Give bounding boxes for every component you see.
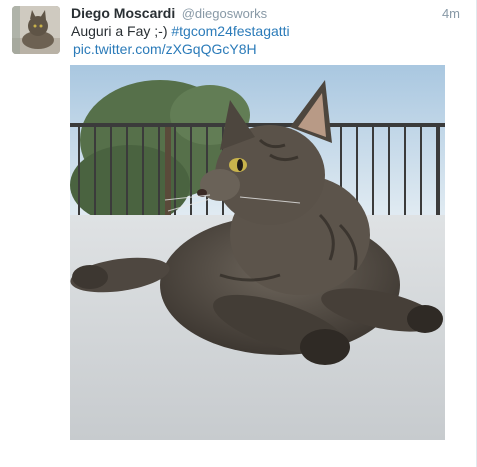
cat-avatar-icon (12, 6, 60, 54)
timestamp[interactable]: 4m (442, 6, 460, 21)
tweet-header: Diego Moscardi @diegosworks 4m (71, 5, 466, 23)
tweet-card[interactable]: Diego Moscardi @diegosworks 4m Auguri a … (0, 0, 477, 467)
pic-link[interactable]: pic.twitter.com/zXGqQGcY8H (73, 41, 257, 57)
avatar[interactable] (12, 6, 60, 54)
tweet-photo[interactable] (70, 65, 445, 440)
username[interactable]: @diegosworks (182, 6, 267, 21)
pic-link-line: pic.twitter.com/zXGqQGcY8H (71, 40, 466, 58)
tweet-text-body: Auguri a Fay ;-) (71, 23, 172, 39)
display-name[interactable]: Diego Moscardi (71, 5, 175, 21)
cat-photo-icon (70, 65, 445, 440)
tweet-text: Auguri a Fay ;-) #tgcom24festagatti pic.… (71, 22, 466, 58)
hashtag-link[interactable]: #tgcom24festagatti (171, 23, 289, 39)
tweet-text-line: Auguri a Fay ;-) #tgcom24festagatti (71, 22, 466, 40)
